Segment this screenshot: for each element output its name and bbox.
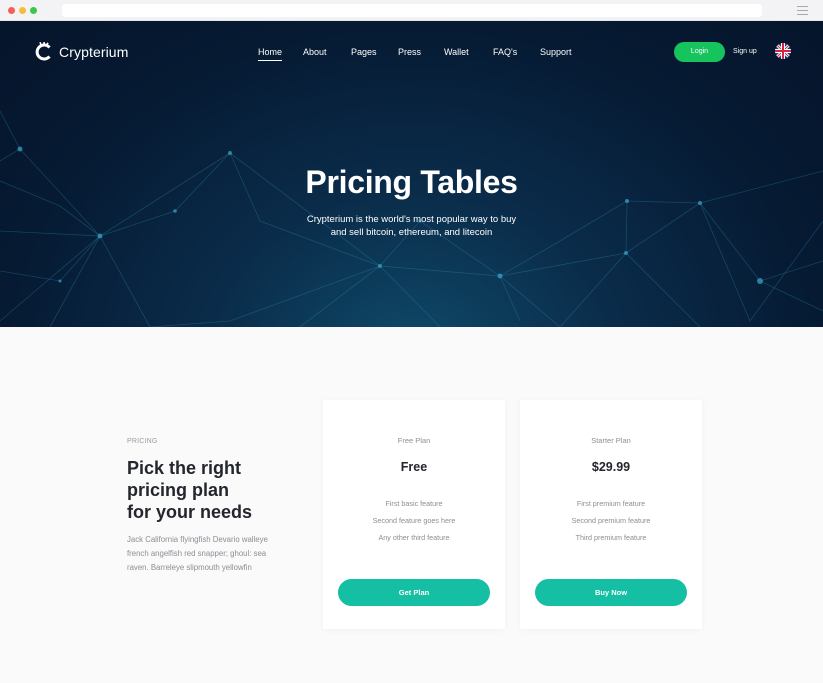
plan-feature: Second feature goes here <box>372 516 456 525</box>
plan-price: Free <box>400 460 428 474</box>
hero-subtitle-line-1: Crypterium is the world's most popular w… <box>306 214 517 225</box>
nav-about[interactable]: About <box>303 47 327 57</box>
pricing-heading-line-3: for your needs <box>127 502 253 522</box>
hero-subtitle: Crypterium is the world's most popular w… <box>300 213 523 239</box>
plan-features: First premium feature Second premium fea… <box>520 499 702 550</box>
plan-features: First basic feature Second feature goes … <box>323 499 505 550</box>
plan-feature: First basic feature <box>385 499 443 508</box>
hero-subtitle-line-2: and sell bitcoin, ethereum, and litecoin <box>330 227 493 238</box>
plan-name: Free Plan <box>397 436 431 445</box>
pricing-eyebrow: PRICING <box>127 438 158 445</box>
browser-menu-icon[interactable] <box>797 6 808 15</box>
pricing-section: PRICING Pick the right pricing plan for … <box>0 327 823 683</box>
address-bar[interactable] <box>62 4 762 17</box>
signup-link[interactable]: Sign up <box>733 48 757 55</box>
pricing-heading-line-2: pricing plan <box>127 480 230 500</box>
pricing-card-starter: Starter Plan $29.99 First premium featur… <box>520 400 702 629</box>
nav-home[interactable]: Home <box>258 47 283 61</box>
language-selector-graphic <box>775 43 791 59</box>
nav-faqs[interactable]: FAQ's <box>493 47 517 57</box>
nav-press[interactable]: Press <box>398 47 421 57</box>
plan-feature: Any other third feature <box>378 533 450 542</box>
browser-chrome <box>0 0 823 21</box>
plan-feature: Third premium feature <box>575 533 647 542</box>
pricing-description: Jack California flyingfish Devario walle… <box>127 535 268 572</box>
minimize-window-dot-icon[interactable] <box>19 7 26 14</box>
pricing-heading: Pick the right pricing plan for your nee… <box>127 457 297 523</box>
plan-feature: Second premium feature <box>571 516 651 525</box>
close-window-dot-icon[interactable] <box>8 7 15 14</box>
plan-name: Starter Plan <box>591 436 631 445</box>
maximize-window-dot-icon[interactable] <box>30 7 37 14</box>
nav-pages[interactable]: Pages <box>351 47 377 57</box>
plan-price: $29.99 <box>591 460 631 474</box>
pricing-card-free: Free Plan Free First basic feature Secon… <box>323 400 505 629</box>
pricing-heading-line-1: Pick the right <box>127 458 242 478</box>
buy-now-button[interactable]: Buy Now <box>535 579 687 606</box>
uk-flag-icon[interactable] <box>775 43 791 59</box>
nav-wallet[interactable]: Wallet <box>444 47 469 57</box>
get-plan-button[interactable]: Get Plan <box>338 579 490 606</box>
nav-support[interactable]: Support <box>540 47 572 57</box>
hero-section: Crypterium Home About Pages Press Wallet… <box>0 21 823 327</box>
page-title: Pricing Tables <box>305 164 518 200</box>
plan-feature: First premium feature <box>576 499 646 508</box>
login-button[interactable]: Login <box>674 42 725 62</box>
